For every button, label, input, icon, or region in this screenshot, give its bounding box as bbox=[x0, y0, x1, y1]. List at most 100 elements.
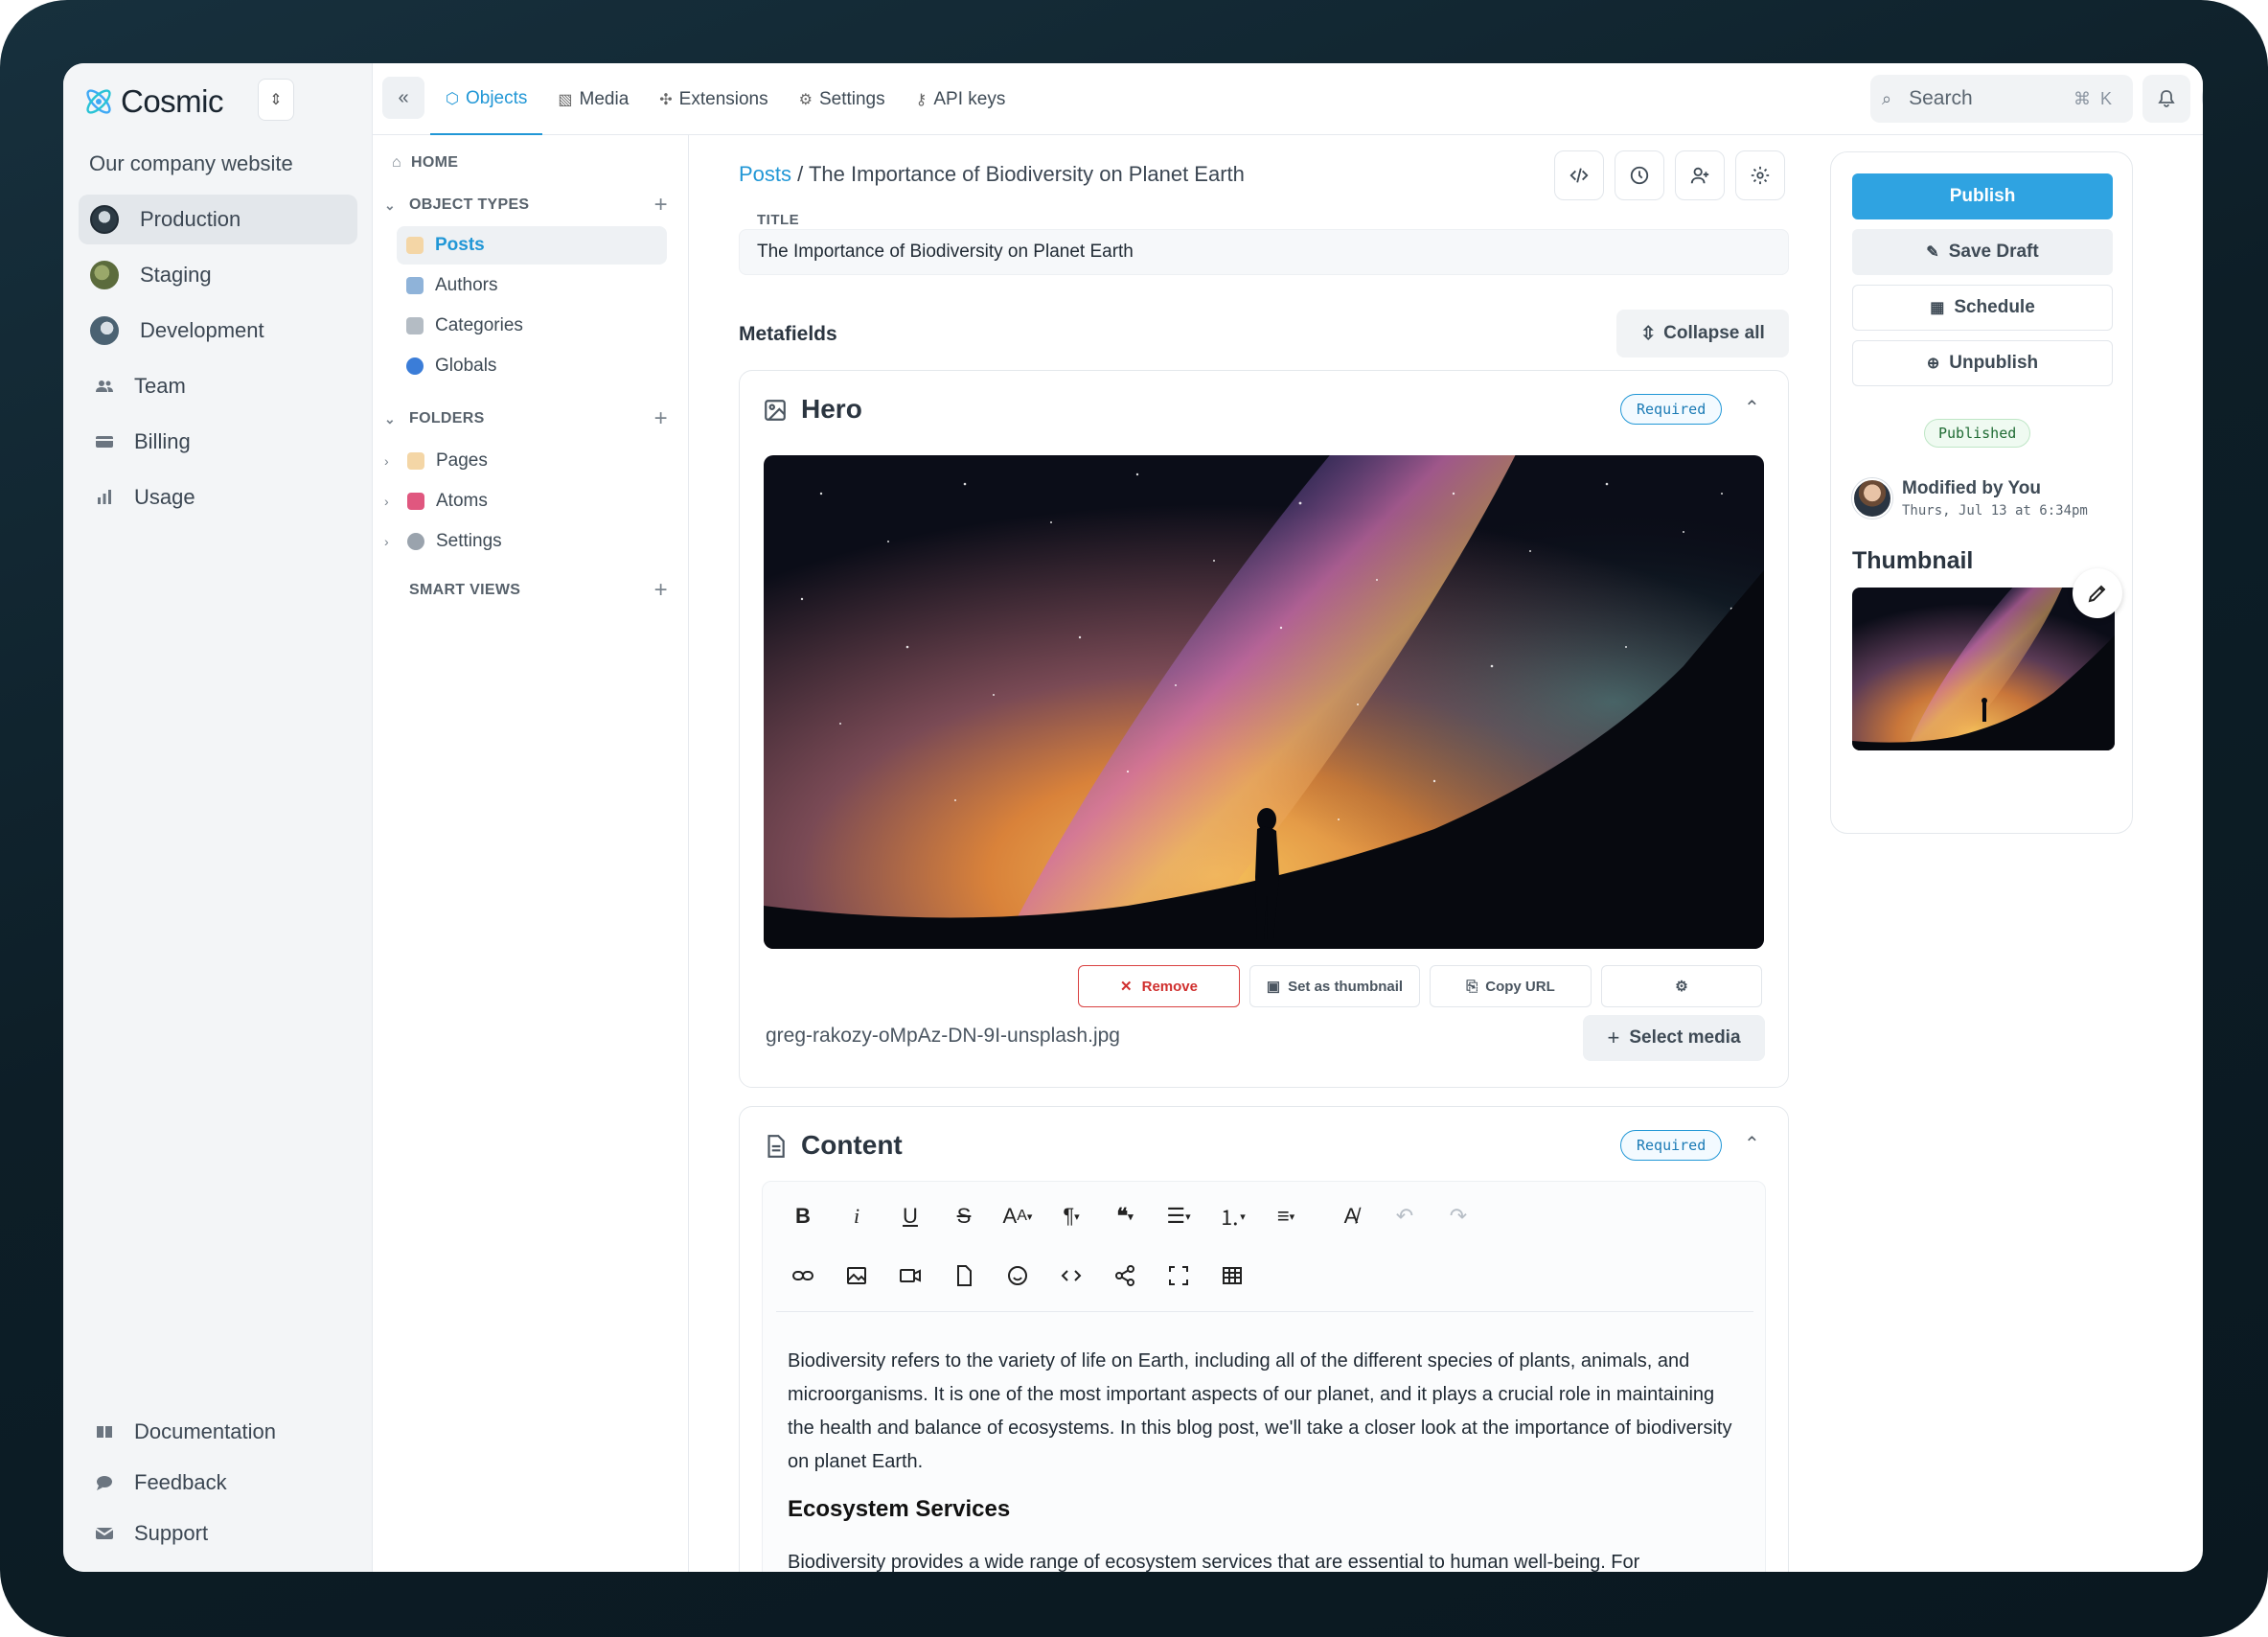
image-settings-button[interactable]: ⚙ bbox=[1601, 965, 1762, 1007]
bullet-list-icon[interactable]: ≡ ▾ bbox=[1259, 1195, 1313, 1237]
undo-icon[interactable]: ↶ bbox=[1378, 1195, 1432, 1237]
pencil-icon bbox=[2088, 585, 2106, 603]
video-icon[interactable] bbox=[883, 1255, 937, 1297]
tree-smart-views-heading[interactable]: SMART VIEWS + bbox=[373, 571, 689, 610]
sidebar-item-label: Feedback bbox=[134, 1470, 227, 1494]
edit-thumbnail-button[interactable] bbox=[2073, 568, 2122, 618]
bold-icon[interactable]: B bbox=[776, 1195, 830, 1237]
tree-folder-pages[interactable]: › Pages bbox=[384, 442, 700, 480]
tree-folders-heading[interactable]: ⌄ FOLDERS + bbox=[373, 400, 689, 438]
sidebar-item-billing[interactable]: Billing bbox=[79, 417, 357, 467]
milky-way-image bbox=[764, 455, 1764, 949]
settings-emoji-icon bbox=[407, 533, 424, 550]
sidebar-item-documentation[interactable]: Documentation bbox=[79, 1409, 357, 1455]
tab-settings[interactable]: ⚙ Settings bbox=[784, 63, 901, 135]
rich-text-editor[interactable]: B i U S AA▾ ¶▾ ❝▾ ☰▾ ⒈▾ ≡▾ A̸ ↶ ↷ bbox=[762, 1181, 1766, 1572]
revision-history-button[interactable] bbox=[1615, 150, 1664, 200]
tree-home[interactable]: ⌂ HOME bbox=[373, 144, 689, 182]
key-icon: ⚷ bbox=[915, 91, 928, 108]
table-icon[interactable] bbox=[1205, 1255, 1259, 1297]
link-icon[interactable] bbox=[776, 1255, 830, 1297]
tree-item-authors[interactable]: Authors bbox=[397, 266, 713, 305]
sidebar-item-label: Support bbox=[134, 1521, 209, 1545]
tree-item-globals[interactable]: Globals bbox=[397, 347, 713, 385]
collapse-sidebar-button[interactable]: « bbox=[382, 77, 424, 119]
sidebar-item-production[interactable]: Production bbox=[79, 195, 357, 244]
share-icon[interactable] bbox=[1098, 1255, 1152, 1297]
add-folder-icon[interactable]: + bbox=[654, 405, 668, 432]
required-badge: Required bbox=[1620, 394, 1723, 425]
tab-objects[interactable]: ⬡ Objects bbox=[430, 63, 543, 135]
tree-folder-atoms[interactable]: › Atoms bbox=[384, 482, 700, 520]
thumbnail-image[interactable] bbox=[1852, 588, 2115, 750]
tab-label: Objects bbox=[465, 87, 528, 108]
sidebar-item-label: Billing bbox=[134, 429, 191, 453]
tab-label: API keys bbox=[933, 88, 1006, 109]
code-icon[interactable] bbox=[1044, 1255, 1098, 1297]
tree-object-types-heading[interactable]: ⌄ OBJECT TYPES + bbox=[373, 186, 689, 224]
app-screen: Cosmic ⇕ Our company website Production … bbox=[63, 63, 2203, 1572]
remove-image-button[interactable]: ✕ Remove bbox=[1078, 965, 1240, 1007]
tab-extensions[interactable]: ✣ Extensions bbox=[644, 63, 783, 135]
file-icon[interactable] bbox=[937, 1255, 991, 1297]
logo[interactable]: Cosmic bbox=[82, 79, 224, 125]
notifications-button[interactable] bbox=[2142, 75, 2190, 123]
sidebar-bottom-nav: Documentation Feedback Support bbox=[79, 1409, 357, 1561]
share-user-button[interactable] bbox=[1675, 150, 1725, 200]
save-draft-button[interactable]: ✎ Save Draft bbox=[1852, 229, 2113, 275]
code-icon bbox=[1569, 168, 1589, 183]
code-view-button[interactable] bbox=[1554, 150, 1604, 200]
font-size-icon[interactable]: A A ▾ bbox=[991, 1195, 1044, 1237]
tab-api-keys[interactable]: ⚷ API keys bbox=[901, 63, 1021, 135]
collapse-all-button[interactable]: ⇳ Collapse all bbox=[1616, 310, 1789, 357]
clear-format-icon[interactable]: A̸ bbox=[1324, 1195, 1378, 1237]
sidebar-item-usage[interactable]: Usage bbox=[79, 473, 357, 522]
modified-time: Thurs, Jul 13 at 6:34pm bbox=[1902, 503, 2088, 519]
add-smart-view-icon[interactable]: + bbox=[654, 577, 668, 604]
tree-heading-label: SMART VIEWS bbox=[409, 582, 521, 598]
sidebar-item-label: Usage bbox=[134, 485, 195, 509]
select-media-button[interactable]: + Select media bbox=[1583, 1015, 1765, 1061]
publish-label: Publish bbox=[1949, 186, 2016, 206]
breadcrumb-link-posts[interactable]: Posts bbox=[739, 162, 791, 186]
sidebar-item-development[interactable]: Development bbox=[79, 306, 357, 356]
unpublish-button[interactable]: ⊕ Unpublish bbox=[1852, 340, 2113, 386]
set-thumbnail-button[interactable]: ▣ Set as thumbnail bbox=[1249, 965, 1420, 1007]
underline-icon[interactable]: U bbox=[883, 1195, 937, 1237]
quote-icon[interactable]: ❝ ▾ bbox=[1098, 1195, 1152, 1237]
sidebar-item-team[interactable]: Team bbox=[79, 361, 357, 411]
search-input[interactable]: ⌕ Search ⌘K bbox=[1870, 75, 2133, 123]
align-icon[interactable]: ☰ ▾ bbox=[1152, 1195, 1205, 1237]
tab-media[interactable]: ▧ Media bbox=[542, 63, 644, 135]
object-settings-button[interactable] bbox=[1735, 150, 1785, 200]
emoji-icon[interactable] bbox=[991, 1255, 1044, 1297]
sidebar-item-feedback[interactable]: Feedback bbox=[79, 1460, 357, 1506]
strikethrough-icon[interactable]: S bbox=[937, 1195, 991, 1237]
redo-icon[interactable]: ↷ bbox=[1432, 1195, 1485, 1237]
sidebar-item-staging[interactable]: Staging bbox=[79, 250, 357, 300]
title-input[interactable]: The Importance of Biodiversity on Planet… bbox=[739, 229, 1789, 275]
tree-folder-settings[interactable]: › Settings bbox=[384, 522, 700, 561]
schedule-button[interactable]: ▦ Schedule bbox=[1852, 285, 2113, 331]
paragraph-icon[interactable]: ¶ ▾ bbox=[1044, 1195, 1098, 1237]
chevron-up-icon[interactable]: ⌃ bbox=[1744, 396, 1760, 420]
fullscreen-icon[interactable] bbox=[1152, 1255, 1205, 1297]
ordered-list-icon[interactable]: ⒈ ▾ bbox=[1205, 1195, 1259, 1237]
save-draft-label: Save Draft bbox=[1948, 242, 2039, 262]
documentation-icon bbox=[94, 1421, 115, 1442]
file-name: greg-rakozy-oMpAz-DN-9I-unsplash.jpg bbox=[766, 1025, 1120, 1047]
tab-label: Media bbox=[579, 88, 630, 109]
tree-item-posts[interactable]: Posts bbox=[397, 226, 667, 265]
chevron-up-icon[interactable]: ⌃ bbox=[1744, 1132, 1760, 1156]
sidebar-item-support[interactable]: Support bbox=[79, 1510, 357, 1556]
toolbar-row-1: B i U S A A ▾ ¶ ▾ ❝ ▾ ☰ ▾ ⒈ ▾ ≡ ▾ A̸ ↶ ↷ bbox=[776, 1195, 1485, 1237]
environment-switcher-button[interactable]: ⇕ bbox=[258, 79, 294, 121]
unpublish-label: Unpublish bbox=[1949, 353, 2039, 373]
copy-url-button[interactable]: ⎘ Copy URL bbox=[1430, 965, 1592, 1007]
tree-item-categories[interactable]: Categories bbox=[397, 307, 713, 345]
chevron-down-icon: ⌄ bbox=[384, 196, 397, 213]
add-object-type-icon[interactable]: + bbox=[654, 192, 668, 219]
italic-icon[interactable]: i bbox=[830, 1195, 883, 1237]
publish-button[interactable]: Publish bbox=[1852, 173, 2113, 219]
image-icon[interactable] bbox=[830, 1255, 883, 1297]
